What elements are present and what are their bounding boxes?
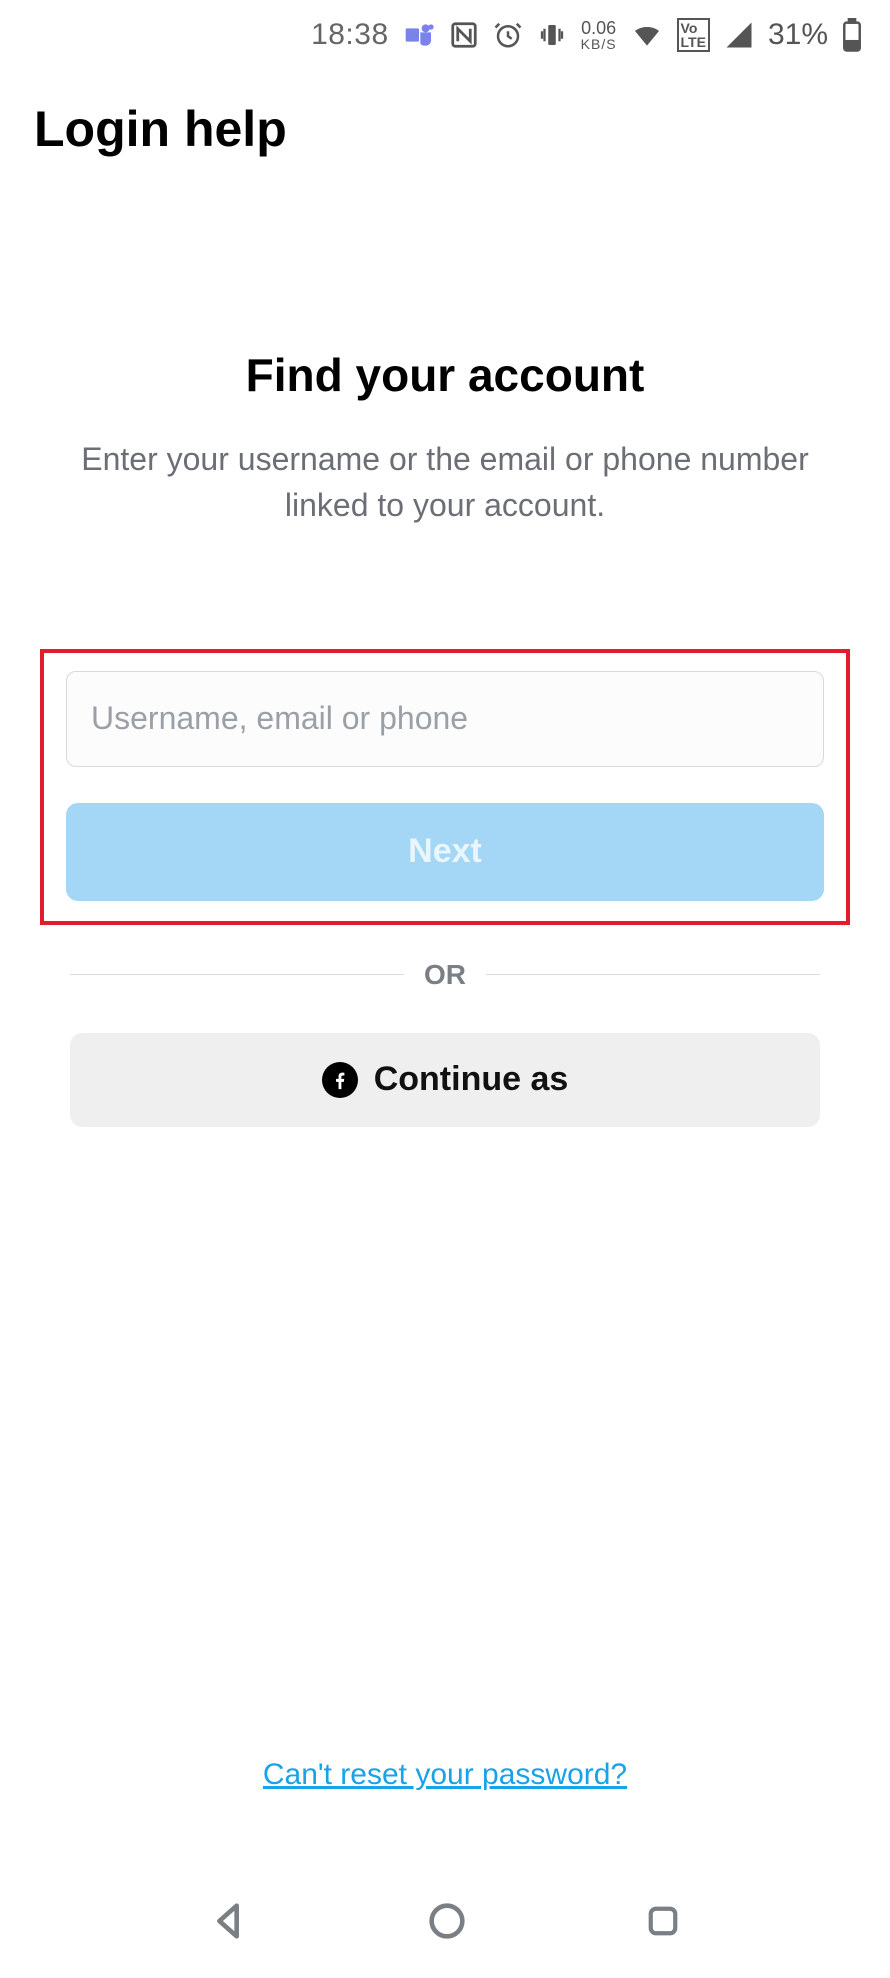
continue-facebook-label: Continue as	[374, 1060, 569, 1099]
main-content: Find your account Enter your username or…	[0, 348, 890, 1127]
or-divider: OR	[70, 959, 820, 991]
network-speed: 0.06 KB/S	[581, 19, 617, 51]
find-account-heading: Find your account	[40, 348, 850, 402]
nav-home-button[interactable]	[424, 1898, 470, 1949]
continue-facebook-button[interactable]: Continue as	[70, 1033, 820, 1127]
nav-back-button[interactable]	[206, 1898, 252, 1949]
divider-line-right	[486, 974, 820, 975]
alarm-icon	[493, 20, 523, 50]
page-title: Login help	[0, 70, 890, 158]
status-time: 18:38	[311, 18, 389, 52]
cant-reset-password-link[interactable]: Can't reset your password?	[0, 1758, 890, 1792]
wifi-icon	[631, 19, 663, 51]
highlight-box: Next	[40, 649, 850, 925]
nav-recent-button[interactable]	[642, 1900, 684, 1947]
username-input[interactable]	[66, 671, 824, 767]
android-nav-bar	[0, 1868, 890, 1978]
find-account-subhead: Enter your username or the email or phon…	[40, 436, 850, 529]
teams-icon	[403, 19, 435, 51]
next-button[interactable]: Next	[66, 803, 824, 901]
battery-percentage: 31%	[768, 18, 828, 52]
vibrate-icon	[537, 20, 567, 50]
volte-icon: VoLTE	[677, 18, 710, 52]
status-bar: 18:38 0.06 KB/S VoLTE 31%	[0, 0, 890, 70]
facebook-icon	[322, 1062, 358, 1098]
cellular-signal-icon	[724, 20, 754, 50]
nfc-icon	[449, 20, 479, 50]
battery-icon	[842, 18, 862, 52]
divider-label: OR	[424, 959, 466, 991]
divider-line-left	[70, 974, 404, 975]
